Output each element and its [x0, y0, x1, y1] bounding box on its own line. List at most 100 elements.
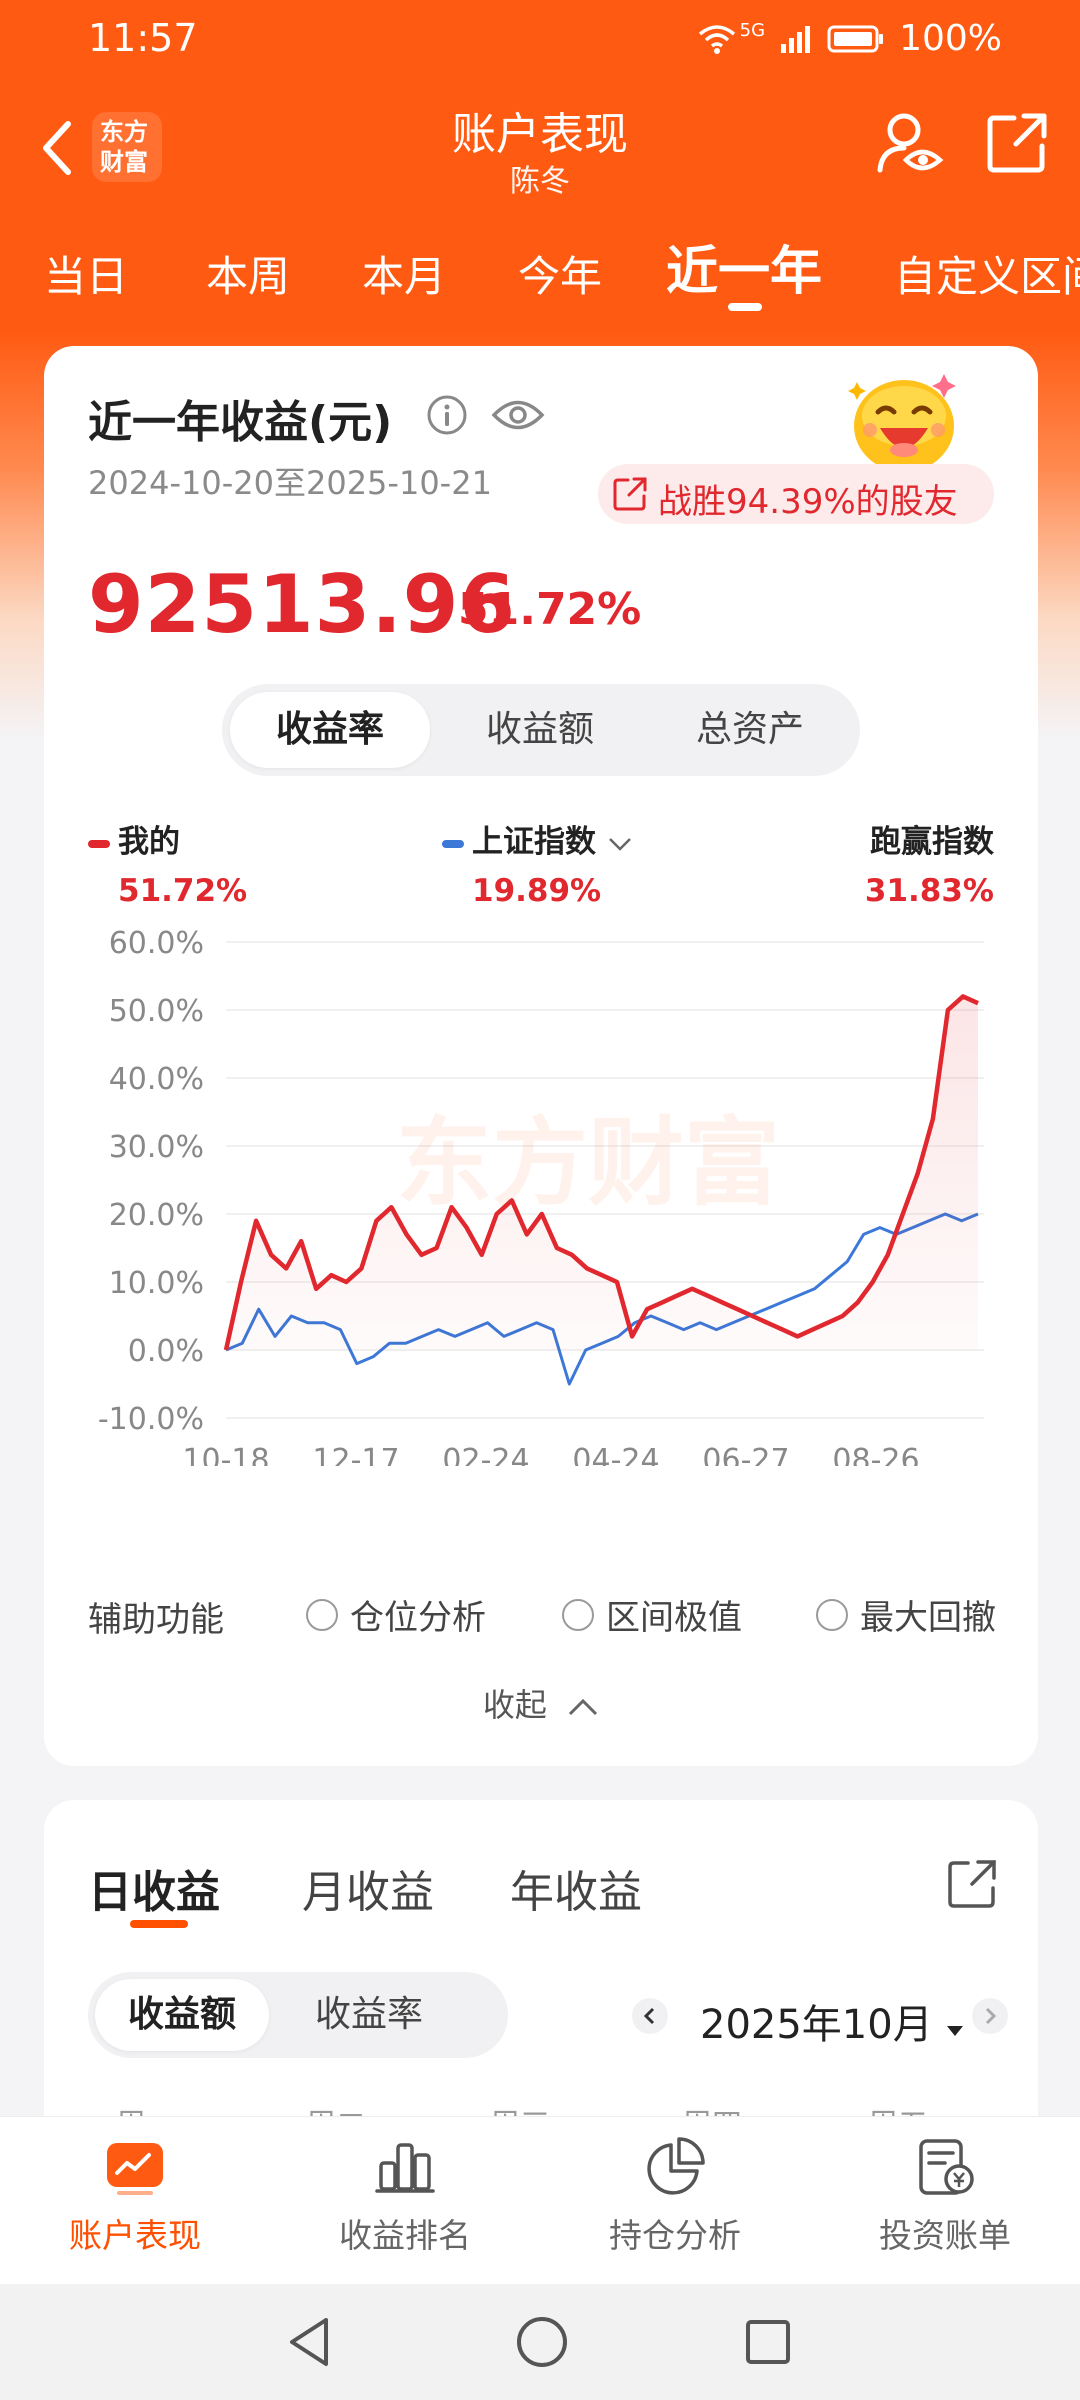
- radio-label: 最大回撤: [860, 1598, 996, 1638]
- performance-card: 近一年收益(元) 2024-10-20至2025-10-21 战胜94.39%的…: [44, 346, 1038, 1766]
- system-recents-icon[interactable]: [740, 2312, 796, 2372]
- legend-mine-swatch: [88, 839, 110, 848]
- segment-return-rate[interactable]: 收益率: [230, 692, 430, 768]
- tab-ytd[interactable]: 今年: [518, 243, 602, 304]
- x-tick-label: 04-24: [572, 1443, 659, 1466]
- period-tabs: 当日 本周 本月 今年 近一年 自定义区间: [0, 225, 1080, 325]
- active-tab-indicator: [130, 1920, 188, 1928]
- bottom-nav-holdings-analysis[interactable]: 持仓分析: [540, 2135, 810, 2257]
- tab-custom-range[interactable]: 自定义区间: [894, 243, 1080, 304]
- wifi-icon: [698, 24, 735, 54]
- chevron-up-icon: [569, 1698, 598, 1716]
- x-tick-label: 12-17: [312, 1443, 399, 1466]
- bill-icon: [919, 2139, 974, 2195]
- bottom-nav-label: 持仓分析: [609, 2216, 741, 2255]
- battery-icon: [827, 25, 884, 52]
- chevron-left-icon: [643, 2007, 655, 2025]
- legend-index-label: 上证指数: [472, 824, 596, 860]
- share-icon[interactable]: [946, 1858, 998, 1910]
- tab-monthly-profit[interactable]: 月收益: [302, 1856, 434, 1920]
- watermark-text: 东方财富: [396, 1107, 780, 1219]
- next-month-button[interactable]: [972, 1998, 1008, 2034]
- segment-profit-amount[interactable]: 收益额: [440, 692, 640, 768]
- bar-chart-icon: [375, 2143, 435, 2193]
- segment-total-assets[interactable]: 总资产: [650, 692, 850, 768]
- user-visibility-icon[interactable]: [874, 108, 944, 178]
- segment-return-rate[interactable]: 收益率: [282, 1979, 456, 2051]
- tab-yearly-profit[interactable]: 年收益: [510, 1856, 642, 1920]
- pie-chart-icon: [647, 2137, 705, 2195]
- legend-index-pct: 19.89%: [472, 873, 602, 909]
- radio-circle: [562, 1598, 594, 1631]
- radio-circle: [306, 1598, 338, 1631]
- date-range: 2024-10-20至2025-10-21: [88, 464, 492, 502]
- radio-max-drawdown[interactable]: 最大回撤: [816, 1590, 996, 1639]
- bottom-nav-investment-bill[interactable]: 投资账单: [810, 2135, 1080, 2257]
- legend-index[interactable]: 上证指数 19.89%: [442, 816, 633, 909]
- bottom-nav-profit-ranking[interactable]: 收益排名: [270, 2135, 540, 2257]
- y-tick-label: 30.0%: [109, 1130, 204, 1165]
- bottom-nav: 账户表现 收益排名 持仓分析 投资账单: [0, 2116, 1080, 2284]
- legend-index-swatch: [442, 839, 464, 848]
- signal-icon: [781, 25, 811, 53]
- legend-beat-index: 跑赢指数 31.83%: [865, 816, 994, 909]
- current-month-label: 2025年10月: [700, 2002, 933, 2048]
- x-tick-label: 06-27: [702, 1443, 789, 1466]
- system-nav-bar: [0, 2284, 1080, 2400]
- aux-label: 辅助功能: [88, 1600, 224, 1640]
- tab-one-year[interactable]: 近一年: [666, 229, 822, 304]
- return-line-chart[interactable]: 东方财富 60.0% 50.0% 40.0% 30.0% 20.0% 10.0% 0.0% -…: [44, 906, 1038, 1466]
- radio-circle: [816, 1598, 848, 1631]
- bottom-nav-account-performance[interactable]: 账户表现: [0, 2135, 270, 2257]
- y-tick-label: 50.0%: [109, 994, 204, 1029]
- status-bar: 11:57 5G 100%: [0, 0, 1080, 80]
- tab-week[interactable]: 本周: [206, 243, 290, 304]
- profit-calendar-card: 日收益 月收益 年收益 收益额 收益率 2025年10月 周一 周二 周三 周四…: [44, 1800, 1038, 2130]
- calendar-metric-segment: 收益额 收益率: [88, 1972, 508, 2058]
- tab-month[interactable]: 本月: [362, 243, 446, 304]
- y-tick-label: 40.0%: [109, 1062, 204, 1097]
- y-tick-label: -10.0%: [98, 1402, 204, 1437]
- active-tab-indicator: [728, 303, 762, 311]
- legend-beat-pct: 31.83%: [864, 873, 994, 909]
- share-icon[interactable]: [986, 112, 1048, 174]
- legend-mine-label: 我的: [118, 824, 180, 860]
- x-tick-label: 02-24: [442, 1443, 529, 1466]
- current-month[interactable]: 2025年10月: [700, 1992, 965, 2050]
- bottom-nav-label: 账户表现: [69, 2216, 201, 2255]
- y-tick-label: 60.0%: [109, 926, 204, 961]
- y-tick-label: 20.0%: [109, 1198, 204, 1233]
- total-profit-value: 92513.96: [88, 558, 517, 651]
- beat-friends-badge[interactable]: 战胜94.39%的股友: [598, 464, 994, 524]
- radio-range-extremes[interactable]: 区间极值: [562, 1590, 742, 1639]
- happy-face-icon: [848, 374, 956, 472]
- network-type: 5G: [739, 20, 766, 41]
- x-tick-label: 08-26: [832, 1443, 919, 1466]
- caret-down-icon: [947, 2026, 964, 2036]
- collapse-label: 收起: [482, 1686, 547, 1724]
- share-small-icon: [613, 477, 647, 511]
- legend-beat-label: 跑赢指数: [870, 824, 994, 860]
- bottom-nav-label: 收益排名: [339, 2216, 471, 2255]
- y-tick-label: 10.0%: [109, 1266, 204, 1301]
- system-back-icon[interactable]: [282, 2312, 338, 2372]
- legend-mine: 我的 51.72%: [88, 816, 247, 909]
- system-home-icon[interactable]: [512, 2312, 572, 2372]
- top-nav: 东方 财富 账户表现 陈冬: [0, 90, 1080, 210]
- aux-functions: 辅助功能 仓位分析 区间极值 最大回撤: [88, 1582, 1008, 1642]
- month-selector: 2025年10月: [592, 1982, 1012, 2052]
- eye-icon[interactable]: [490, 394, 546, 436]
- segment-profit-amount[interactable]: 收益额: [95, 1979, 269, 2051]
- metric-segment: 收益率 收益额 总资产: [222, 684, 860, 776]
- collapse-button[interactable]: 收起: [44, 1680, 1038, 1726]
- tab-today[interactable]: 当日: [44, 243, 128, 304]
- info-icon[interactable]: [426, 394, 468, 436]
- status-time: 11:57: [88, 16, 198, 60]
- tab-daily-profit[interactable]: 日收益: [88, 1856, 220, 1920]
- chart-line-icon: [107, 2143, 163, 2195]
- chevron-down-icon: [608, 837, 631, 851]
- prev-month-button[interactable]: [632, 1998, 668, 2034]
- radio-label: 仓位分析: [350, 1598, 486, 1638]
- radio-position-analysis[interactable]: 仓位分析: [306, 1590, 486, 1639]
- legend-mine-pct: 51.72%: [118, 873, 248, 909]
